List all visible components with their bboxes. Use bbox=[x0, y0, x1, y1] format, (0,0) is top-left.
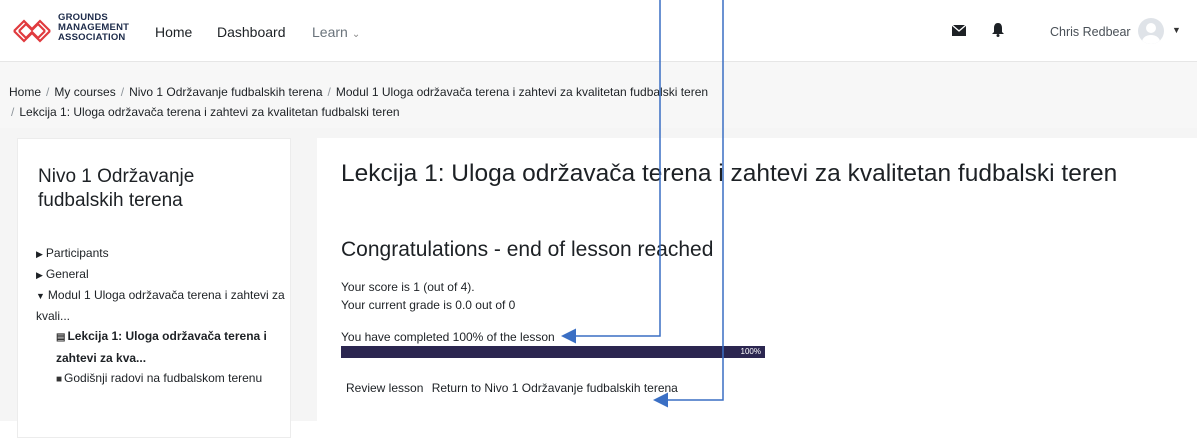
nav-item-lesson-1[interactable]: ▤ Lekcija 1: Uloga održavača terena i zah… bbox=[36, 326, 286, 368]
course-title[interactable]: Nivo 1 Održavanje fudbalskih terena bbox=[38, 165, 278, 213]
caret-down-icon: ▼ bbox=[36, 291, 45, 301]
lesson-end-heading: Congratulations - end of lesson reached bbox=[341, 238, 714, 261]
breadcrumb-separator: / bbox=[327, 85, 331, 99]
review-lesson-link[interactable]: Review lesson bbox=[346, 381, 423, 395]
default-avatar-icon bbox=[1142, 23, 1160, 44]
book-icon: ■ bbox=[56, 374, 63, 385]
score-text: Your score is 1 (out of 4). bbox=[341, 280, 475, 294]
nav-learn-dropdown[interactable]: Learn ⌄ bbox=[312, 24, 360, 40]
gma-logo-icon bbox=[13, 19, 51, 43]
nav-item-module-1[interactable]: ▼ Modul 1 Uloga održavača terena i zahtev… bbox=[36, 285, 286, 326]
score-summary: Your score is 1 (out of 4). Your current… bbox=[341, 278, 515, 314]
user-avatar[interactable] bbox=[1138, 18, 1164, 44]
progress-bar-fill: 100% bbox=[341, 346, 765, 358]
logo-line-3: ASSOCIATION bbox=[58, 32, 126, 43]
logo-wordmark: GROUNDS MANAGEMENT ASSOCIATION bbox=[58, 13, 129, 43]
nav-item-label: Participants bbox=[45, 246, 109, 260]
breadcrumb-separator: / bbox=[11, 105, 15, 119]
main-region: Lekcija 1: Uloga održavača terena i zaht… bbox=[317, 138, 1197, 438]
nav-item-label: General bbox=[45, 267, 89, 281]
page-title: Lekcija 1: Uloga održavača terena i zaht… bbox=[341, 160, 1118, 187]
chevron-down-icon: ⌄ bbox=[351, 29, 361, 40]
user-menu-caret-icon[interactable]: ▼ bbox=[1172, 25, 1181, 35]
top-navbar: GROUNDS MANAGEMENT ASSOCIATION Home Dash… bbox=[0, 0, 1197, 62]
breadcrumb-separator: / bbox=[46, 85, 50, 99]
completion-text: You have completed 100% of the lesson bbox=[341, 330, 555, 344]
course-navigation-block: Nivo 1 Održavanje fudbalskih terena ▶ Par… bbox=[17, 138, 291, 438]
breadcrumb-my-courses[interactable]: My courses bbox=[54, 85, 115, 99]
breadcrumb-module[interactable]: Modul 1 Uloga održavača terena i zahtevi… bbox=[336, 85, 708, 99]
nav-home-link[interactable]: Home bbox=[155, 24, 192, 40]
breadcrumb-lesson[interactable]: Lekcija 1: Uloga održavača terena i zaht… bbox=[19, 105, 399, 119]
nav-item-label: Modul 1 Uloga održavača terena i zahtevi… bbox=[36, 288, 285, 323]
nav-item-label: Godišnji radovi na fudbalskom terenu bbox=[64, 371, 263, 385]
site-logo[interactable]: GROUNDS MANAGEMENT ASSOCIATION bbox=[12, 9, 130, 53]
breadcrumb-course[interactable]: Nivo 1 Održavanje fudbalskih terena bbox=[129, 85, 322, 99]
page-header: Home / My courses / Nivo 1 Održavanje fudbal… bbox=[0, 62, 1197, 128]
breadcrumb-home[interactable]: Home bbox=[9, 85, 41, 99]
grade-text: Your current grade is 0.0 out of 0 bbox=[341, 298, 516, 312]
lesson-progress-bar: 100% bbox=[341, 346, 765, 358]
messages-icon[interactable] bbox=[952, 25, 966, 36]
user-name[interactable]: Chris Redbear bbox=[1050, 25, 1131, 39]
nav-item-annual-work[interactable]: ■ Godišnji radovi na fudbalskom terenu bbox=[36, 368, 286, 390]
nav-item-participants[interactable]: ▶ Participants bbox=[36, 243, 286, 264]
nav-dashboard-link[interactable]: Dashboard bbox=[217, 24, 286, 40]
course-nav-tree: ▶ Participants ▶ General ▼ Modul 1 Uloga od… bbox=[36, 243, 286, 390]
notification-bell-icon[interactable] bbox=[992, 23, 1004, 37]
lesson-icon: ▤ bbox=[56, 332, 66, 343]
nav-learn-label: Learn bbox=[312, 24, 348, 40]
caret-right-icon: ▶ bbox=[36, 270, 43, 280]
lesson-end-links: Review lesson Return to Nivo 1 Održavanj… bbox=[346, 381, 683, 395]
breadcrumb: Home / My courses / Nivo 1 Održavanje fudbal… bbox=[9, 82, 1189, 122]
caret-right-icon: ▶ bbox=[36, 249, 43, 259]
nav-item-label: Lekcija 1: Uloga održavača terena i zaht… bbox=[56, 329, 267, 365]
return-to-course-link[interactable]: Return to Nivo 1 Održavanje fudbalskih t… bbox=[432, 381, 678, 395]
breadcrumb-separator: / bbox=[120, 85, 125, 99]
nav-item-general[interactable]: ▶ General bbox=[36, 264, 286, 285]
